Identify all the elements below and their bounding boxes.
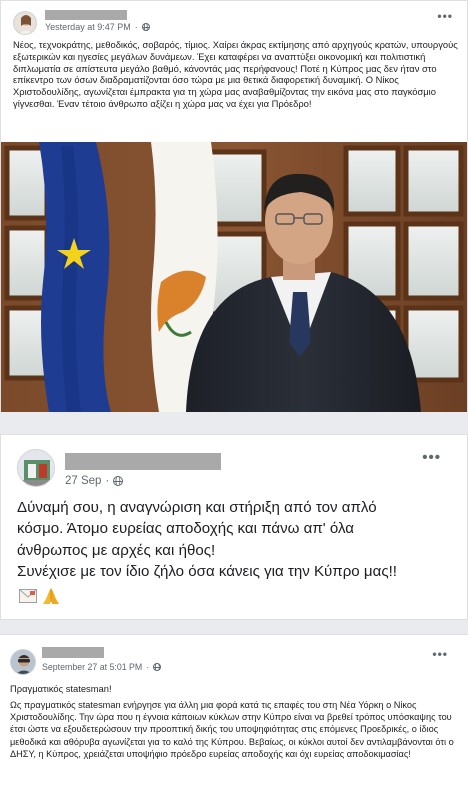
more-options-button[interactable]: ••• <box>432 647 448 661</box>
more-options-button[interactable]: ••• <box>422 449 441 466</box>
post-text-line: κόσμο. Άτομο ευρείας αποδοχής και πάνω α… <box>17 520 355 538</box>
author-name-redacted[interactable] <box>45 10 127 20</box>
post-meta: Yesterday at 9:47 PM · <box>45 22 150 32</box>
more-options-button[interactable]: ••• <box>437 9 453 23</box>
post-meta: September 27 at 5:01 PM · <box>42 662 162 672</box>
post-timestamp[interactable]: September 27 at 5:01 PM <box>42 662 142 672</box>
post-text: Ως πραγματικός statesman ενήργησε για άλ… <box>10 700 454 759</box>
meta-separator: · <box>134 22 138 32</box>
envelope-icon <box>19 589 37 603</box>
folded-hands-icon <box>43 588 59 604</box>
post-photo[interactable] <box>1 142 467 412</box>
post-text-line: άνθρωπος με αρχές και ήθος! <box>17 541 216 559</box>
post-1: Yesterday at 9:47 PM · ••• Νέος, τεχνοκρ… <box>0 0 468 412</box>
post-text: Νέος, τεχνοκράτης, μεθοδικός, σοβαρός, τ… <box>13 39 458 109</box>
author-avatar[interactable] <box>10 649 36 675</box>
post-text-line: Συνέχισε με τον ίδιο ζήλο όσα κάνεις για… <box>17 563 397 581</box>
globe-icon <box>153 663 162 671</box>
author-avatar[interactable] <box>13 11 37 35</box>
emoji-row <box>19 587 61 605</box>
post-timestamp[interactable]: 27 Sep <box>65 475 101 487</box>
globe-icon <box>141 23 150 31</box>
author-name-redacted[interactable] <box>65 453 221 470</box>
post-3: September 27 at 5:01 PM · ••• Πραγματικό… <box>0 634 468 803</box>
globe-icon <box>113 476 124 486</box>
author-name-redacted[interactable] <box>42 647 104 658</box>
author-avatar[interactable] <box>17 449 55 487</box>
meta-separator: · <box>146 662 150 672</box>
post-heading: Πραγματικός statesman! <box>10 683 112 694</box>
post-text-line: Δύναμή σου, η αναγνώριση και στήριξη από… <box>17 499 377 516</box>
post-text: Δύναμή σου, η αναγνώριση και στήριξη από… <box>17 497 453 583</box>
post-meta: 27 Sep · <box>65 475 124 487</box>
post-2: 27 Sep · ••• Δύναμή σου, η αναγνώριση κα… <box>0 434 468 620</box>
meta-separator: · <box>105 475 110 487</box>
post-timestamp[interactable]: Yesterday at 9:47 PM <box>45 22 131 32</box>
